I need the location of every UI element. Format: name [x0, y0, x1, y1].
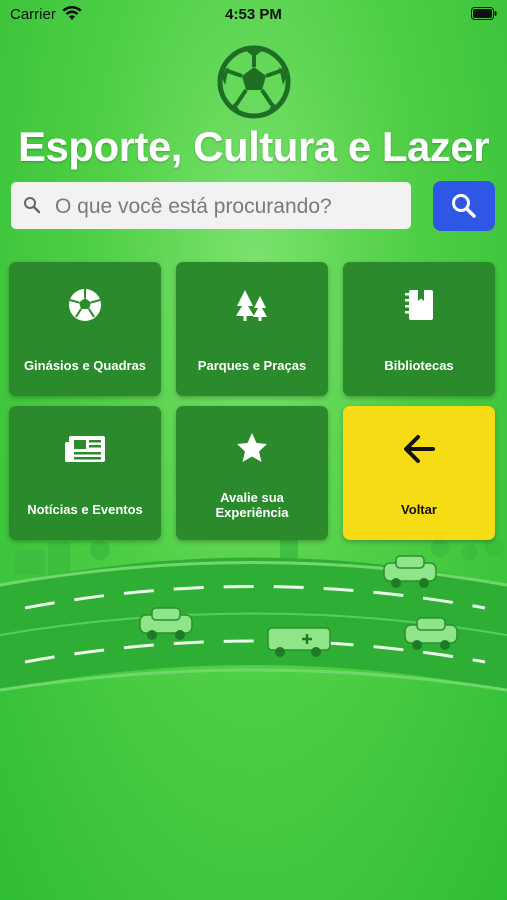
search-field[interactable]	[11, 182, 411, 231]
clock: 4:53 PM	[225, 6, 282, 23]
book-icon	[343, 286, 495, 326]
tile-label: Ginásios e Quadras	[23, 358, 147, 373]
tile-label: Parques e Praças	[197, 358, 307, 373]
tile-label: Avalie sua Experiência	[215, 490, 289, 520]
search-button[interactable]	[433, 181, 495, 231]
battery-icon	[471, 7, 497, 20]
newspaper-icon	[9, 430, 161, 470]
tile-avalie-experiencia[interactable]: Avalie sua Experiência	[176, 406, 328, 540]
tile-label: Notícias e Eventos	[27, 502, 143, 517]
search-icon	[452, 194, 476, 218]
soccer-ball-logo	[217, 45, 291, 119]
arrow-left-icon	[343, 430, 495, 470]
trees-icon	[176, 286, 328, 326]
tile-label: Voltar	[401, 502, 437, 517]
tile-noticias-eventos[interactable]: Notícias e Eventos	[9, 406, 161, 540]
tile-label: Bibliotecas	[384, 358, 454, 373]
star-icon	[176, 430, 328, 470]
tile-bibliotecas[interactable]: Bibliotecas	[343, 262, 495, 396]
tile-ginasios-quadras[interactable]: Ginásios e Quadras	[9, 262, 161, 396]
status-bar: Carrier 4:53 PM	[0, 0, 507, 28]
app-title: Esporte, Cultura e Lazer	[17, 123, 490, 170]
soccer-ball-icon	[9, 286, 161, 326]
tile-parques-pracas[interactable]: Parques e Praças	[176, 262, 328, 396]
back-button[interactable]: Voltar	[343, 406, 495, 540]
search-input[interactable]	[53, 182, 407, 231]
search-icon	[24, 197, 41, 214]
road-illustration	[0, 540, 507, 692]
